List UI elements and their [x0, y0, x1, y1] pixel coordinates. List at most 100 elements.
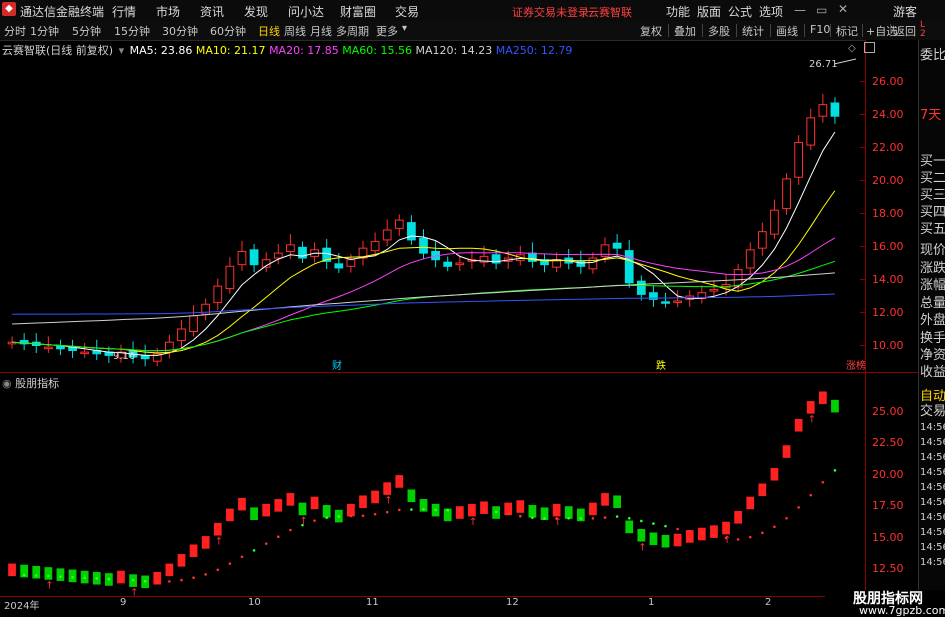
indicator-dot: [204, 573, 207, 576]
indicator-dot: [22, 573, 26, 577]
indicator-bar: [117, 570, 125, 584]
period-15min[interactable]: 15分钟: [114, 23, 150, 39]
indicator-dot: [131, 578, 135, 582]
side-panel-item: 14:56: [920, 437, 945, 448]
candle-body: [794, 142, 804, 178]
menu-zixun[interactable]: 资讯: [200, 3, 224, 20]
indicator-dot: [736, 538, 740, 541]
indicator-bar: [661, 534, 670, 548]
indicator-dot: [192, 576, 195, 579]
indicator-bar: [673, 533, 682, 547]
divider: [668, 24, 669, 37]
indicator-dot: [47, 574, 50, 578]
stock-label: 云赛智联(日线 前复权): [2, 44, 114, 57]
side-panel-item: 14:56: [920, 482, 945, 493]
menu-shichang[interactable]: 市场: [156, 3, 180, 20]
app-logo-icon: ◆: [2, 2, 16, 16]
menu-xuanxiang[interactable]: 选项: [759, 3, 783, 20]
indicator-bar: [480, 501, 488, 515]
indicator-dot: [821, 480, 825, 484]
buy-arrow-icon: ↑: [638, 542, 646, 553]
period-fenshi[interactable]: 分时: [4, 23, 26, 39]
indicator-bar: [56, 568, 65, 581]
indicator-dot: [615, 515, 619, 518]
indicator-dot: [579, 517, 583, 520]
menu-faxian[interactable]: 发现: [244, 3, 268, 20]
period-5min[interactable]: 5分钟: [72, 23, 101, 39]
tool-diejia[interactable]: 叠加: [674, 23, 696, 39]
period-daily[interactable]: 日线: [258, 23, 280, 39]
time-axis-label: 12: [506, 597, 519, 608]
candle-body: [818, 104, 828, 117]
indicator-dot: [10, 573, 14, 576]
time-axis-label: 2024年: [4, 601, 40, 612]
indicator-bar: [528, 505, 537, 518]
ma60-label: MA60: 15.56: [342, 44, 412, 57]
candle-body: [709, 288, 719, 292]
main-price-tick: 10.00: [872, 338, 904, 352]
indicator-dot: [652, 522, 655, 525]
indicator-chart[interactable]: ↑ ↑ ↑ ↑ ↑ ↑ ↑ ↑ ↑ ↑: [0, 373, 865, 596]
candlestick-chart[interactable]: 26.71 9.16 财 跌 涨榜: [0, 40, 865, 372]
candle-body: [588, 257, 598, 270]
login-status[interactable]: 证券交易未登录: [512, 4, 589, 20]
period-multi[interactable]: 多周期: [336, 23, 369, 39]
tool-back[interactable]: 返回: [894, 23, 916, 39]
indicator-bar: [177, 554, 186, 567]
dropdown-icon[interactable]: ▾: [119, 44, 125, 57]
tool-biaoji[interactable]: 标记: [836, 23, 858, 39]
indicator-bar: [516, 500, 525, 513]
side-panel-item: 外盘: [920, 313, 945, 328]
tool-add-favorite[interactable]: +自选: [866, 23, 897, 39]
indicator-dot: [410, 508, 413, 511]
tool-tongji[interactable]: 统计: [742, 23, 764, 39]
indicator-bar: [564, 506, 573, 519]
candle-body: [455, 262, 465, 266]
level-badge[interactable]: L2: [920, 21, 926, 39]
sub-indicator-tick: 12.50: [872, 562, 904, 576]
close-icon[interactable]: ✕: [838, 2, 848, 16]
indicator-dot: [676, 527, 679, 531]
menu-gongneng[interactable]: 功能: [666, 3, 690, 20]
buy-arrow-icon: ↑: [130, 588, 138, 596]
candle-body: [673, 300, 683, 303]
tool-f10[interactable]: F10: [810, 23, 830, 36]
tool-fuquan[interactable]: 复权: [640, 23, 662, 39]
period-60min[interactable]: 60分钟: [210, 23, 246, 39]
period-weekly[interactable]: 周线: [284, 23, 306, 39]
period-toolbar: 分时 1分钟 5分钟 15分钟 30分钟 60分钟 日线 周线 月线 多周期 更…: [0, 21, 945, 41]
side-panel-item: 交易: [920, 404, 945, 419]
candle-body: [612, 242, 622, 249]
indicator-bar: [371, 490, 379, 504]
indicator-dot: [664, 524, 667, 528]
menu-wenxiaoda[interactable]: 问小达: [288, 3, 324, 20]
indicator-dot: [264, 542, 268, 545]
indicator-dot: [712, 533, 716, 537]
indicator-bar: [68, 569, 77, 583]
period-30min[interactable]: 30分钟: [162, 23, 198, 39]
indicator-bar: [794, 418, 803, 432]
divider: [830, 24, 831, 37]
menu-caifuquan[interactable]: 财富圈: [340, 3, 376, 20]
tool-huaxian[interactable]: 画线: [776, 23, 798, 39]
indicator-dot: [494, 510, 498, 514]
menu-jiaoyi[interactable]: 交易: [395, 3, 419, 20]
restore-icon[interactable]: ▭: [816, 3, 827, 17]
indicator-dot: [591, 517, 595, 520]
main-price-tick: 16.00: [872, 239, 904, 253]
period-more[interactable]: 更多: [376, 23, 398, 39]
diamond-icon[interactable]: ◇: [848, 43, 856, 54]
candle-body: [225, 265, 235, 290]
menu-banmian[interactable]: 版面: [697, 3, 721, 20]
side-panel-item: 买五: [920, 222, 945, 237]
menu-gongshi[interactable]: 公式: [728, 3, 752, 20]
tool-duogu[interactable]: 多股: [708, 23, 730, 39]
watermark-url: www.7gpzb.com: [859, 604, 945, 617]
maximize-icon[interactable]: [864, 42, 875, 53]
more-chevron-icon[interactable]: ▾: [402, 23, 407, 34]
period-1min[interactable]: 1分钟: [30, 23, 59, 39]
menu-hangqing[interactable]: 行情: [112, 3, 136, 20]
minimize-icon[interactable]: —: [794, 3, 806, 17]
period-monthly[interactable]: 月线: [310, 23, 332, 39]
guest-label[interactable]: 游客: [893, 3, 917, 20]
